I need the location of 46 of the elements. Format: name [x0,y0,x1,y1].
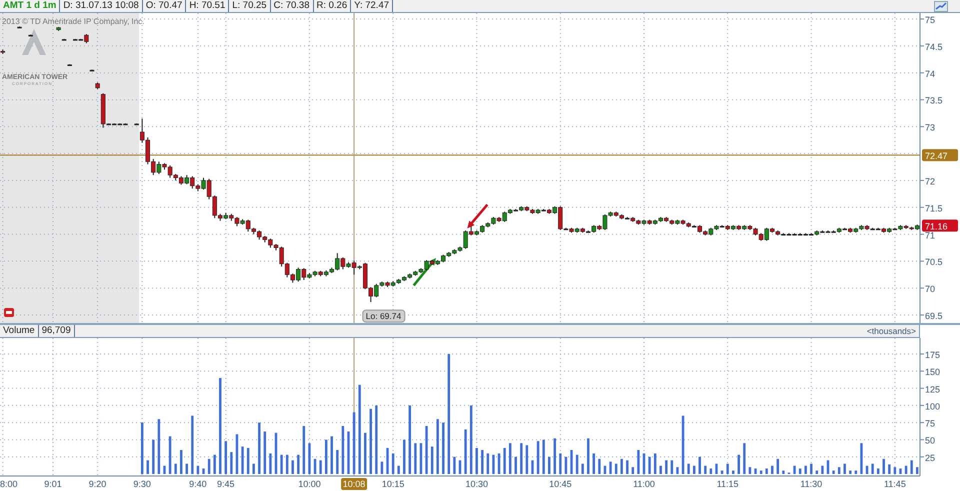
price-axis-label: 73 [925,122,936,133]
price-axis-label: 70.5 [925,257,943,268]
volume-axis-label: 50 [925,436,936,446]
volume-axis-label: 75 [925,418,936,429]
price-badge: 72.47 [922,149,958,162]
price-axis-label: 75 [925,15,936,25]
time-badge: 10:08 [341,478,368,490]
price-axis-label: 74 [925,68,936,79]
volume-value: 96,709 [38,325,75,337]
time-axis-label: 9:40 [189,479,207,489]
time-axis-label: 11:45 [884,479,906,489]
time-axis-label: 10:00 [298,479,321,489]
price-axis-label: 71 [925,230,936,240]
time-axis-label: 8:00 [0,479,18,489]
price-axis-label: 70 [925,284,936,294]
copyright-text: 2013 © TD Ameritrade IP Company, Inc. [2,17,144,26]
volume-axis-label: 100 [925,401,940,412]
price-axis-label: 72 [925,176,936,186]
time-axis-label: 9:20 [88,479,106,489]
quote-field: Y: 72.47 [351,0,394,12]
time-axis-label: 10:30 [465,479,488,489]
time-axis-label: 9:01 [44,479,62,489]
last-price-badge: 71.16 [922,220,958,232]
volume-axis-label: 125 [925,384,940,394]
volume-axis-label: 175 [925,350,940,360]
price-axis-label: 71.5 [925,203,943,214]
ref-line-label: 72.47 [925,151,948,162]
time-axis-label: 11:15 [716,479,739,489]
low-price-tooltip: Lo: 69.74 [362,310,406,323]
time-axis-label: 11:30 [800,479,822,489]
time-axis-label: 9:30 [133,479,151,489]
price-axis-label: 69.5 [925,311,943,321]
price-axis-label: 73.5 [925,96,943,106]
volume-axis-label: 25 [925,452,936,463]
time-axis-label: 11:00 [633,479,655,489]
quote-field: C: 70.38 [270,0,314,12]
time-axis-label: 10:45 [549,479,572,489]
symbol-label: AMT 1 d 1m [0,0,60,12]
time-axis-label: 9:45 [217,479,235,489]
volume-axis-label: 150 [925,367,940,378]
time-axis-label: 10:15 [382,479,404,489]
unit-label: <thousands> [866,325,917,337]
annotation: Lo: 69.74 [366,311,402,322]
quote-field: R: 0.26 [314,0,352,12]
price-axis-label: 74.5 [925,42,943,52]
volume-label: Volume [0,325,39,337]
